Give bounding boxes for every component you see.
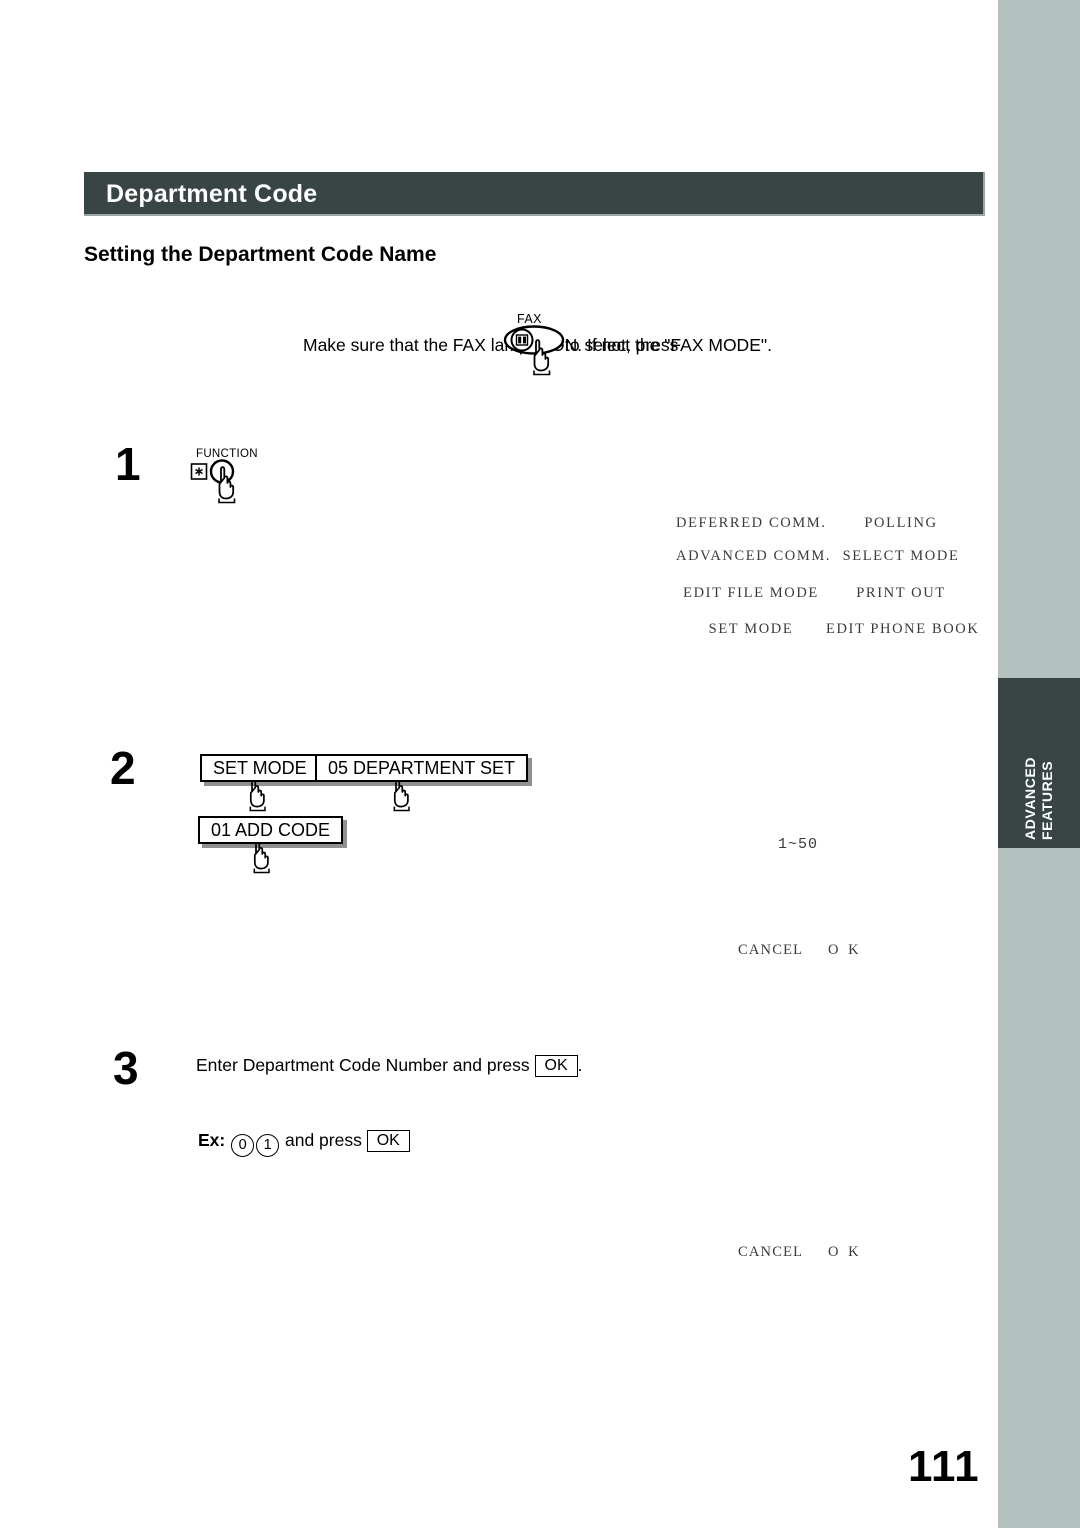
lcd-cell: POLLING xyxy=(864,515,938,531)
asterisk-key-icon xyxy=(190,463,208,480)
function-key-graphic: FUNCTION xyxy=(190,448,268,510)
numeric-key-1[interactable]: 1 xyxy=(256,1134,280,1157)
pointing-hand-icon xyxy=(393,780,410,812)
lcd-ok-label: O K xyxy=(828,942,862,958)
lcd-row: SET MODE EDIT PHONE BOOK xyxy=(676,621,980,639)
ok-key-inline[interactable]: OK xyxy=(534,1055,578,1077)
lcd-ok-label: O K xyxy=(828,1244,862,1260)
function-key-label: FUNCTION xyxy=(196,448,258,460)
page-title: Department Code xyxy=(106,180,318,208)
step-3-instruction-text: Enter Department Code Number and press xyxy=(196,1055,530,1075)
lcd-cell: EDIT PHONE BOOK xyxy=(826,621,980,637)
ok-key-example[interactable]: OK xyxy=(366,1130,410,1152)
step-3-period: . xyxy=(577,1055,583,1075)
lcd-cell: ADVANCED COMM. xyxy=(676,548,832,564)
intro-text-after: to select the "FAX MODE". xyxy=(565,335,772,355)
lcd-cell: DEFERRED COMM. xyxy=(676,515,827,531)
numeric-key-0[interactable]: 0 xyxy=(231,1134,255,1157)
lcd-cancel-label: CANCEL xyxy=(738,942,804,958)
lcd-cell: PRINT OUT xyxy=(856,585,946,601)
side-tab-line-2: FEATURES xyxy=(1039,760,1055,840)
fax-key-graphic: FAX xyxy=(503,312,573,376)
example-label: Ex: xyxy=(198,1130,226,1150)
pointing-hand-icon xyxy=(249,780,266,812)
side-tab-line-1: ADVANCED xyxy=(1022,756,1038,840)
lcd-cancel-label: CANCEL xyxy=(738,1244,804,1260)
function-menu-display: DEFERRED COMM. POLLING ADVANCED COMM. SE… xyxy=(676,515,980,655)
code-range-label: 1~50 xyxy=(778,836,819,853)
lcd-cell: EDIT FILE MODE xyxy=(683,585,819,601)
step-3-example: Ex: 01 and press OK xyxy=(198,1130,410,1157)
sub-heading: Setting the Department Code Name xyxy=(84,243,437,266)
department-set-button[interactable]: 05 DEPARTMENT SET xyxy=(315,754,529,782)
step-2-number: 2 xyxy=(110,742,136,794)
lcd-row: DEFERRED COMM. POLLING xyxy=(676,515,976,533)
department-code-entry-display: 1~50 CANCEL O K xyxy=(700,828,980,968)
department-code-name-display: CANCEL O K xyxy=(700,1230,980,1270)
step-3-number: 3 xyxy=(113,1042,139,1094)
section-header-bar: Department Code xyxy=(84,172,985,216)
add-code-button[interactable]: 01 ADD CODE xyxy=(198,816,344,844)
lcd-cell: SET MODE xyxy=(708,621,794,637)
lcd-cell: SELECT MODE xyxy=(842,548,960,564)
pointing-hand-icon xyxy=(253,842,270,874)
page-number: 111 xyxy=(908,1442,980,1491)
side-index-tab: ADVANCED FEATURES xyxy=(998,678,1080,848)
fax-key-label: FAX xyxy=(517,312,542,326)
step-3-instruction: Enter Department Code Number and press O… xyxy=(196,1055,583,1077)
set-mode-button[interactable]: SET MODE xyxy=(200,754,320,782)
lcd-row: ADVANCED COMM. SELECT MODE xyxy=(676,548,976,566)
example-middle-text: and press xyxy=(284,1130,362,1150)
lcd-row: EDIT FILE MODE PRINT OUT xyxy=(676,585,976,603)
step-1-number: 1 xyxy=(115,438,141,490)
